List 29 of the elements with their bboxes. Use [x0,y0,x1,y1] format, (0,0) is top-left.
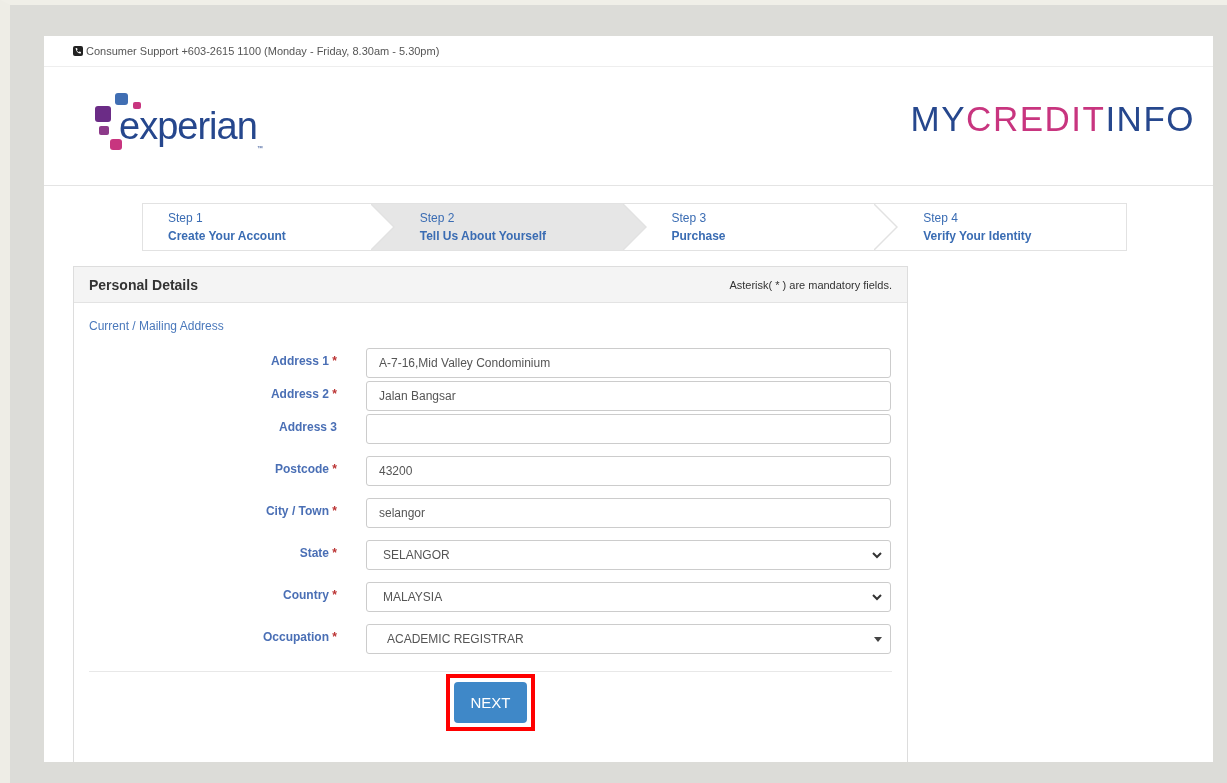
field-label: Address 1 * [269,353,337,368]
support-text: Consumer Support +603-2615 1100 (Monday - Friday, 8.30am - 5.30pm) [86,45,440,57]
logo-wordmark: experian [119,107,257,145]
input-field[interactable]: A-7-16,Mid Valley Condominium [366,348,891,378]
field-label: Occupation * [261,629,337,644]
input-field[interactable]: Jalan Bangsar [366,381,891,411]
dropdown-field[interactable]: MALAYSIA [366,582,891,612]
brand-wordmark-part: INFO [1105,99,1195,138]
caret-icon [874,636,882,642]
panel-title: Personal Details [89,276,198,293]
chevron-down-icon [872,593,882,601]
field-label: City / Town * [264,503,337,518]
field-label: Postcode * [273,461,337,476]
dropdown-field[interactable]: SELANGOR [366,540,891,570]
input-field[interactable]: 43200 [366,456,891,486]
phone-icon [73,46,83,56]
dropdown-field[interactable]: ACADEMIC REGISTRAR [366,624,891,654]
field-label: Address 3 [277,419,337,434]
brand-wordmark-part: CREDIT [966,99,1106,138]
input-field[interactable] [366,414,891,444]
section-heading: Current / Mailing Address [89,319,225,333]
field-label: Address 2 * [269,386,337,401]
mandatory-note: Asterisk( * ) are mandatory fields. [729,278,892,291]
chevron-down-icon [872,551,882,559]
input-field[interactable]: selangor [366,498,891,528]
next-button[interactable]: NEXT [454,682,527,723]
field-label: Country * [282,587,337,602]
brand-wordmark-part: MY [910,99,967,138]
field-label: State * [298,545,337,560]
